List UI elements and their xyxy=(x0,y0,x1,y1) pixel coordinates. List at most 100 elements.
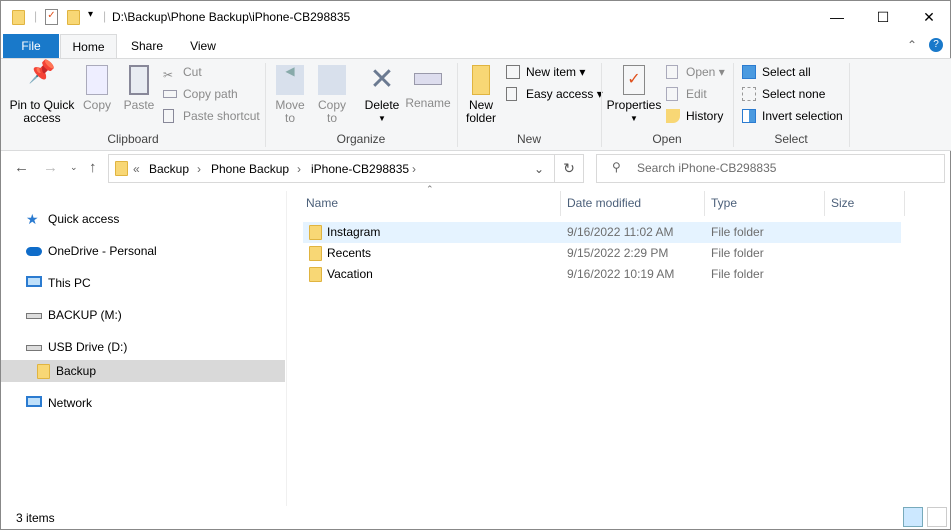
folder-icon xyxy=(309,225,322,240)
label: Copy to xyxy=(317,98,346,125)
file-row[interactable]: Vacation 9/16/2022 10:19 AM File folder xyxy=(303,264,901,285)
pin-to-quick-access-button[interactable]: 📌 Pin to Quick access xyxy=(5,59,79,125)
sidebar-item-this-pc[interactable]: This PC xyxy=(1,272,285,294)
maximize-button[interactable]: ☐ xyxy=(860,1,906,33)
label: Open xyxy=(686,65,716,79)
sidebar-item-usb-drive[interactable]: USB Drive (D:) xyxy=(1,336,285,358)
sort-ascending-icon: ⌃ xyxy=(426,184,434,194)
file-type: File folder xyxy=(711,267,764,281)
label: USB Drive (D:) xyxy=(48,340,128,354)
copy-button[interactable]: Copy xyxy=(79,59,115,112)
minimize-button[interactable]: — xyxy=(814,1,860,33)
cut-button[interactable]: ✂ Cut xyxy=(163,62,202,82)
file-name: Recents xyxy=(327,246,372,260)
tab-share[interactable]: Share xyxy=(119,34,175,58)
history-button[interactable]: History xyxy=(666,106,723,126)
edit-button[interactable]: Edit xyxy=(666,84,707,104)
navigation-pane: ★ Quick access OneDrive - Personal This P… xyxy=(1,191,287,506)
tab-file[interactable]: File xyxy=(3,34,59,58)
group-label-clipboard: Clipboard xyxy=(107,132,159,146)
new-folder-qat-icon[interactable] xyxy=(67,10,80,25)
chevron-right-icon[interactable]: › xyxy=(197,162,201,176)
column-divider[interactable] xyxy=(560,191,561,216)
move-to-button[interactable]: ◀ Move to xyxy=(271,59,309,125)
tab-view[interactable]: View xyxy=(176,34,230,58)
select-all-icon xyxy=(742,65,756,79)
sidebar-item-onedrive[interactable]: OneDrive - Personal xyxy=(1,240,285,262)
column-header-size[interactable]: Size xyxy=(831,191,854,216)
chevron-right-icon[interactable]: › xyxy=(412,162,416,176)
customize-qat-icon[interactable]: ▾ xyxy=(88,9,93,20)
search-icon: ⚲ xyxy=(612,160,621,174)
tab-home[interactable]: Home xyxy=(60,34,117,59)
column-header-date[interactable]: Date modified xyxy=(567,191,641,216)
easy-access-button[interactable]: Easy access ▾ xyxy=(506,84,603,104)
file-date: 9/15/2022 2:29 PM xyxy=(567,246,669,260)
open-button[interactable]: Open ▾ xyxy=(666,62,725,82)
details-view-button[interactable] xyxy=(903,507,923,527)
window-title: D:\Backup\Phone Backup\iPhone-CB298835 xyxy=(112,10,351,24)
new-item-button[interactable]: New item ▾ xyxy=(506,62,585,82)
file-name: Instagram xyxy=(327,225,381,239)
column-divider[interactable] xyxy=(824,191,825,216)
label: Delete xyxy=(364,98,400,112)
breadcrumb-overflow[interactable]: « xyxy=(133,162,140,176)
rename-button[interactable]: Rename xyxy=(405,59,451,110)
search-input[interactable]: Search iPhone-CB298835 xyxy=(596,154,945,183)
paste-button[interactable]: Paste xyxy=(119,59,159,112)
label: New folder xyxy=(465,98,497,125)
file-name: Vacation xyxy=(327,267,373,281)
back-arrow-icon[interactable]: ← xyxy=(14,159,29,176)
properties-qat-icon[interactable]: ✓ xyxy=(45,9,58,25)
sidebar-item-backup-m[interactable]: BACKUP (M:) xyxy=(1,304,285,326)
rename-icon xyxy=(414,73,442,85)
new-folder-button[interactable]: New folder xyxy=(461,59,501,125)
refresh-button[interactable]: ↻ xyxy=(554,154,584,183)
status-item-count: 3 items xyxy=(16,511,55,525)
close-button[interactable]: ✕ xyxy=(906,1,951,33)
select-all-button[interactable]: Select all xyxy=(742,62,811,82)
up-arrow-icon[interactable]: ↑ xyxy=(89,159,97,176)
column-divider[interactable] xyxy=(904,191,905,216)
help-icon[interactable]: ? xyxy=(929,38,943,52)
new-item-icon xyxy=(506,65,520,79)
sidebar-item-quick-access[interactable]: ★ Quick access xyxy=(1,208,285,230)
copy-path-button[interactable]: Copy path xyxy=(163,84,238,104)
column-divider[interactable] xyxy=(704,191,705,216)
open-icon xyxy=(666,65,678,79)
collapse-ribbon-icon[interactable]: ⌃ xyxy=(907,38,917,52)
file-row[interactable]: Recents 9/15/2022 2:29 PM File folder xyxy=(303,243,901,264)
new-folder-icon xyxy=(472,65,490,95)
breadcrumb-backup[interactable]: Backup xyxy=(149,162,189,176)
paste-shortcut-button[interactable]: Paste shortcut xyxy=(163,106,260,126)
select-none-button[interactable]: Select none xyxy=(742,84,825,104)
breadcrumb-phone-backup[interactable]: Phone Backup xyxy=(211,162,289,176)
properties-button[interactable]: ✓ Properties ▼ xyxy=(605,59,663,125)
large-icons-view-button[interactable] xyxy=(927,507,947,527)
easy-access-icon xyxy=(506,87,517,101)
label: Properties xyxy=(606,98,662,112)
copy-to-button[interactable]: Copy to xyxy=(313,59,351,125)
recent-locations-icon[interactable]: ⌄ xyxy=(70,162,78,173)
address-bar[interactable]: « Backup › Phone Backup › iPhone-CB29883… xyxy=(108,154,555,183)
title-bar: | ✓ ▾ | D:\Backup\Phone Backup\iPhone-CB… xyxy=(1,1,951,34)
file-row[interactable]: Instagram 9/16/2022 11:02 AM File folder xyxy=(303,222,901,243)
column-header-type[interactable]: Type xyxy=(711,191,737,216)
address-dropdown-icon[interactable]: ⌄ xyxy=(534,162,544,176)
edit-icon xyxy=(666,87,678,101)
label: Quick access xyxy=(48,212,120,226)
chevron-right-icon[interactable]: › xyxy=(297,162,301,176)
label: Cut xyxy=(183,65,202,79)
column-header-name[interactable]: Name xyxy=(306,191,338,216)
invert-selection-icon xyxy=(742,109,756,123)
delete-button[interactable]: ✕ Delete ▼ xyxy=(361,59,403,125)
computer-icon xyxy=(26,276,42,287)
sidebar-item-backup-folder[interactable]: Backup xyxy=(1,360,285,382)
sidebar-item-network[interactable]: Network xyxy=(1,392,285,414)
label: Pin to Quick access xyxy=(9,98,75,125)
breadcrumb-iphone[interactable]: iPhone-CB298835 xyxy=(311,162,409,176)
copy-to-icon xyxy=(318,65,346,95)
file-date: 9/16/2022 10:19 AM xyxy=(567,267,675,281)
forward-arrow-icon[interactable]: → xyxy=(43,159,58,176)
invert-selection-button[interactable]: Invert selection xyxy=(742,106,843,126)
